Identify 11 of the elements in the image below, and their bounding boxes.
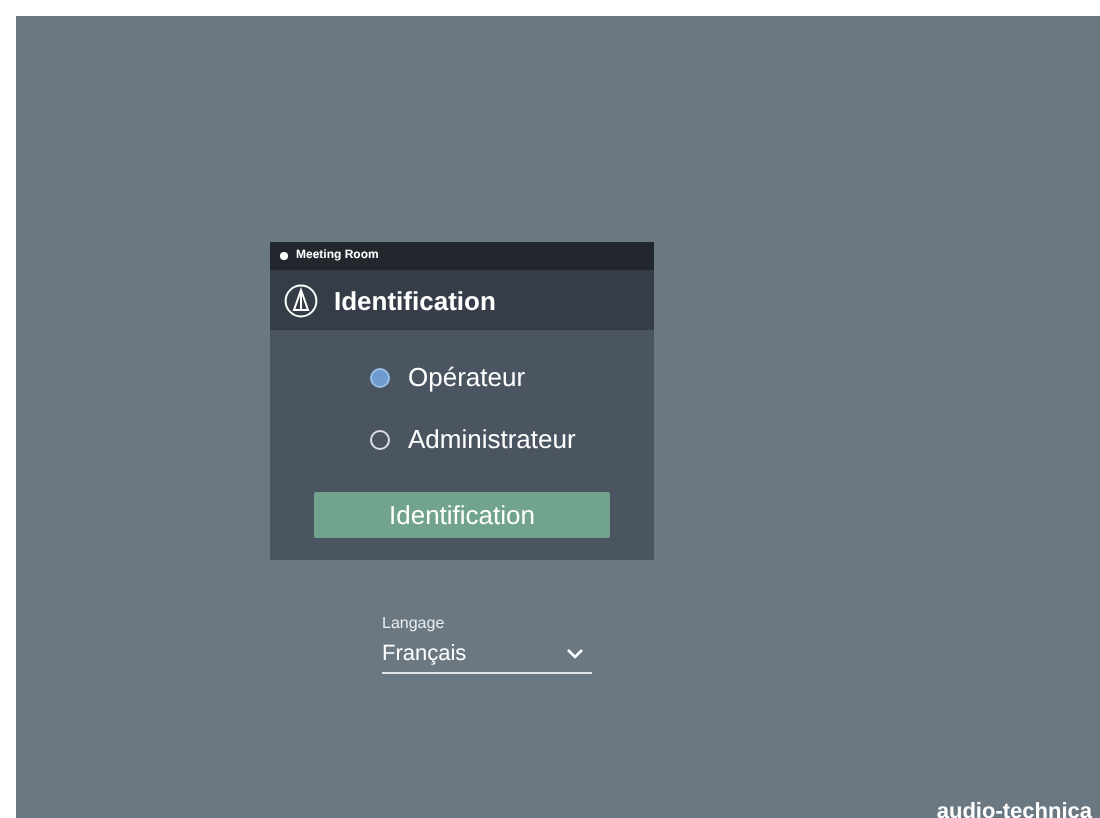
role-radio[interactable]: Opérateur bbox=[370, 362, 576, 392]
role-label: Administrateur bbox=[408, 424, 576, 454]
status-dot-icon bbox=[280, 252, 288, 260]
dialog-title: Identification bbox=[334, 285, 496, 315]
brand-logo: audio-technica bbox=[936, 800, 1092, 818]
chevron-down-icon bbox=[566, 648, 584, 660]
language-select[interactable]: Français bbox=[382, 642, 592, 674]
role-radio[interactable]: Administrateur bbox=[370, 424, 576, 454]
language-label: Langage bbox=[382, 614, 447, 632]
role-label: Opérateur bbox=[408, 362, 526, 392]
logo-icon bbox=[284, 283, 318, 317]
